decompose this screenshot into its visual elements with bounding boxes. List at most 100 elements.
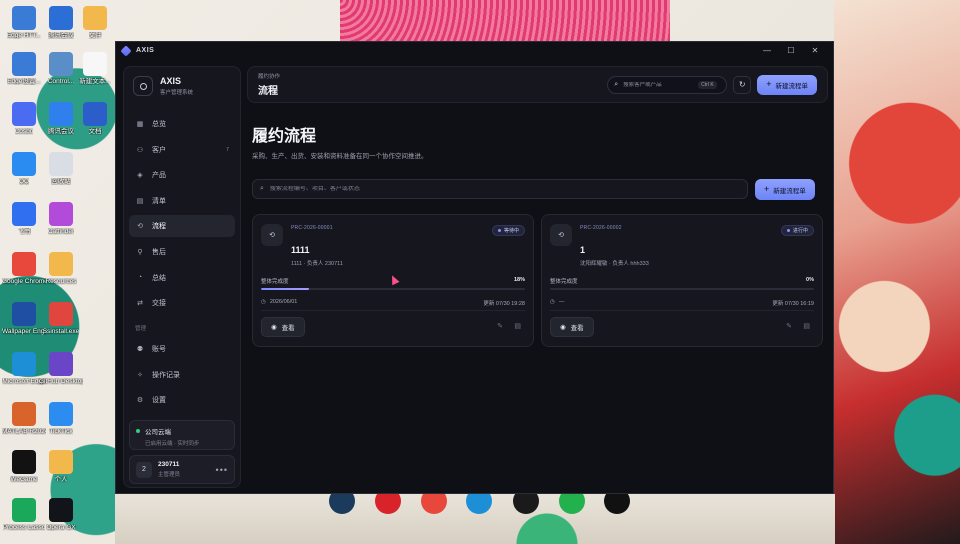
- updated-time: 更新 07/30 19:28: [483, 301, 525, 307]
- search-input[interactable]: [623, 81, 694, 88]
- desktop-icon[interactable]: Edge HTT...: [3, 6, 45, 39]
- document-icon[interactable]: ▤: [803, 322, 810, 330]
- desktop-icon[interactable]: MATLAB R2024b: [2, 402, 46, 435]
- desktop-icon[interactable]: Resources: [40, 252, 82, 285]
- status-badge: 等待中: [491, 225, 525, 236]
- process-code: PRC-2026-00002: [580, 225, 622, 231]
- new-process-label: 新建流程单: [773, 187, 806, 195]
- sidebar-item-overview[interactable]: ▦ 总览: [129, 113, 235, 135]
- desktop-icon[interactable]: Cosbo: [3, 102, 45, 135]
- desktop-app-icon: [12, 402, 36, 426]
- desktop-app-icon: [83, 52, 107, 76]
- desktop-icon[interactable]: Edge设置...: [3, 52, 45, 85]
- refresh-icon: ↻: [738, 80, 746, 89]
- process-code: PRC-2026-00001: [291, 225, 333, 231]
- eye-icon: ◉: [560, 324, 566, 331]
- progress-percent: 18%: [513, 277, 525, 283]
- header-search[interactable]: ⌕ Ctrl K: [607, 75, 728, 94]
- edit-icon[interactable]: ✎: [786, 322, 792, 330]
- user-card[interactable]: 2 230711 主管理员 •••: [129, 455, 235, 484]
- desktop-icon[interactable]: 飞书: [3, 202, 45, 235]
- user-role: 主管理员: [158, 472, 181, 478]
- desktop-app-icon: [12, 152, 36, 176]
- desktop-icon[interactable]: Wallpaper Engine: [2, 302, 46, 335]
- more-menu-icon[interactable]: •••: [216, 465, 228, 475]
- workflow-icon: ⟲: [137, 223, 143, 231]
- filter-input[interactable]: [269, 186, 570, 192]
- window-titlebar[interactable]: AXIS — ☐ ✕: [116, 42, 833, 59]
- desktop-icon[interactable]: Process Lasso: [3, 498, 45, 531]
- desktop-icon-label: Edge HTT...: [6, 32, 42, 39]
- sidebar-item-operation-log[interactable]: ✧ 操作记录: [129, 364, 235, 386]
- desktop-app-icon: [12, 252, 36, 276]
- desktop-icon[interactable]: Google Chrome: [2, 252, 46, 285]
- status-text: 等待中: [503, 228, 519, 234]
- process-meta: 沈阳辉耀敏 · 负责人 hhh333: [580, 261, 649, 267]
- plus-icon: +: [764, 184, 770, 194]
- desktop-icon[interactable]: 文件: [74, 6, 116, 39]
- sidebar-item-workflow[interactable]: ⟲ 流程: [129, 215, 235, 238]
- sidebar-item-after-sales[interactable]: ⚲ 售后: [129, 241, 235, 263]
- sidebar-item-settings[interactable]: ⚙ 设置: [129, 389, 235, 411]
- sidebar-item-handover[interactable]: ⇄ 交接: [129, 292, 235, 314]
- desktop-icon-label: GitHub Desktop: [39, 378, 83, 385]
- document-icon[interactable]: ▤: [514, 322, 521, 330]
- sidebar-item-products[interactable]: ◈ 产品: [129, 164, 235, 186]
- desktop-app-icon: [12, 6, 36, 30]
- process-icon: ⟲: [550, 224, 572, 246]
- desktop-icon[interactable]: GitHub Desktop: [39, 352, 83, 385]
- filter-search[interactable]: ⌕: [252, 179, 748, 199]
- window-controls: — ☐ ✕: [755, 46, 827, 55]
- desktop-icon[interactable]: 文档: [74, 102, 116, 135]
- desktop-icon[interactable]: WeGame: [3, 450, 45, 483]
- breadcrumb[interactable]: 履约协作: [258, 72, 280, 80]
- desktop-app-icon: [12, 102, 36, 126]
- plus-icon: +: [766, 79, 772, 89]
- desktop-icon[interactable]: 个人: [40, 450, 82, 483]
- sidebar-item-summary[interactable]: ◔ 总结: [129, 267, 235, 289]
- close-button[interactable]: ✕: [803, 46, 827, 55]
- refresh-button[interactable]: ↻: [733, 75, 752, 94]
- customers-icon: ⚇: [136, 146, 144, 154]
- brand-subtitle: 客户管理系统: [160, 90, 194, 96]
- due-date: ◷ 2026/06/01: [261, 299, 297, 305]
- overview-icon: ▦: [136, 121, 144, 128]
- desktop-icon[interactable]: 新建文本...: [74, 52, 116, 85]
- edit-icon[interactable]: ✎: [497, 322, 503, 330]
- cloud-status-sub: 已启用云端 · 实时同步: [145, 441, 200, 447]
- minimize-button[interactable]: —: [755, 46, 779, 55]
- online-dot-icon: [136, 429, 140, 433]
- view-button[interactable]: ◉ 查看: [550, 317, 594, 337]
- desktop-icon[interactable]: Ssinstall.exe: [40, 302, 82, 335]
- view-label: 查看: [281, 325, 295, 332]
- cloud-status-card[interactable]: 公司云端 已启用云端 · 实时同步: [129, 420, 235, 450]
- new-process-button-secondary[interactable]: + 新建流程单: [755, 179, 815, 200]
- checklist-icon: ▤: [136, 197, 144, 205]
- sidebar-item-checklist[interactable]: ▤ 清单: [129, 190, 235, 212]
- sidebar-item-label: 客户: [152, 146, 166, 154]
- main-content: 履约流程 采购、生产、出货、安装和资料准备在同一个协作空间推进。 ⌕ + 新建流…: [247, 108, 828, 488]
- desktop-app-icon: [12, 352, 36, 376]
- desktop-icon-label: Ssinstall.exe: [42, 328, 80, 335]
- desktop-icon-label: Cosbo: [14, 128, 34, 135]
- desktop-icon-label: Catfinder: [47, 228, 75, 235]
- cloud-title-text: 公司云端: [145, 429, 171, 436]
- desktop-app-icon: [49, 102, 73, 126]
- shortcut-hint: Ctrl K: [698, 80, 717, 89]
- new-process-button[interactable]: + 新建流程单: [757, 74, 817, 95]
- desktop-icon[interactable]: 回收站: [40, 152, 82, 185]
- maximize-button[interactable]: ☐: [779, 46, 803, 55]
- process-card[interactable]: ⟲ PRC-2026-00002 进行中 1 沈阳辉耀敏 · 负责人 hhh33…: [541, 214, 823, 347]
- desktop-icon-label: 回收站: [51, 178, 71, 185]
- sidebar-item-customers[interactable]: ⚇ 客户 7: [129, 139, 235, 161]
- sidebar-item-label: 产品: [152, 172, 166, 180]
- desktop-app-icon: [49, 52, 73, 76]
- sidebar-item-account[interactable]: ⚉ 账号: [129, 338, 235, 360]
- account-icon: ⚉: [136, 346, 144, 354]
- user-name: 230711: [158, 461, 180, 468]
- view-button[interactable]: ◉ 查看: [261, 317, 305, 337]
- desktop-icon[interactable]: TickTick: [40, 402, 82, 435]
- desktop-icon[interactable]: QQ: [3, 152, 45, 185]
- desktop-icon[interactable]: Opera GX: [40, 498, 82, 531]
- desktop-icon[interactable]: Catfinder: [40, 202, 82, 235]
